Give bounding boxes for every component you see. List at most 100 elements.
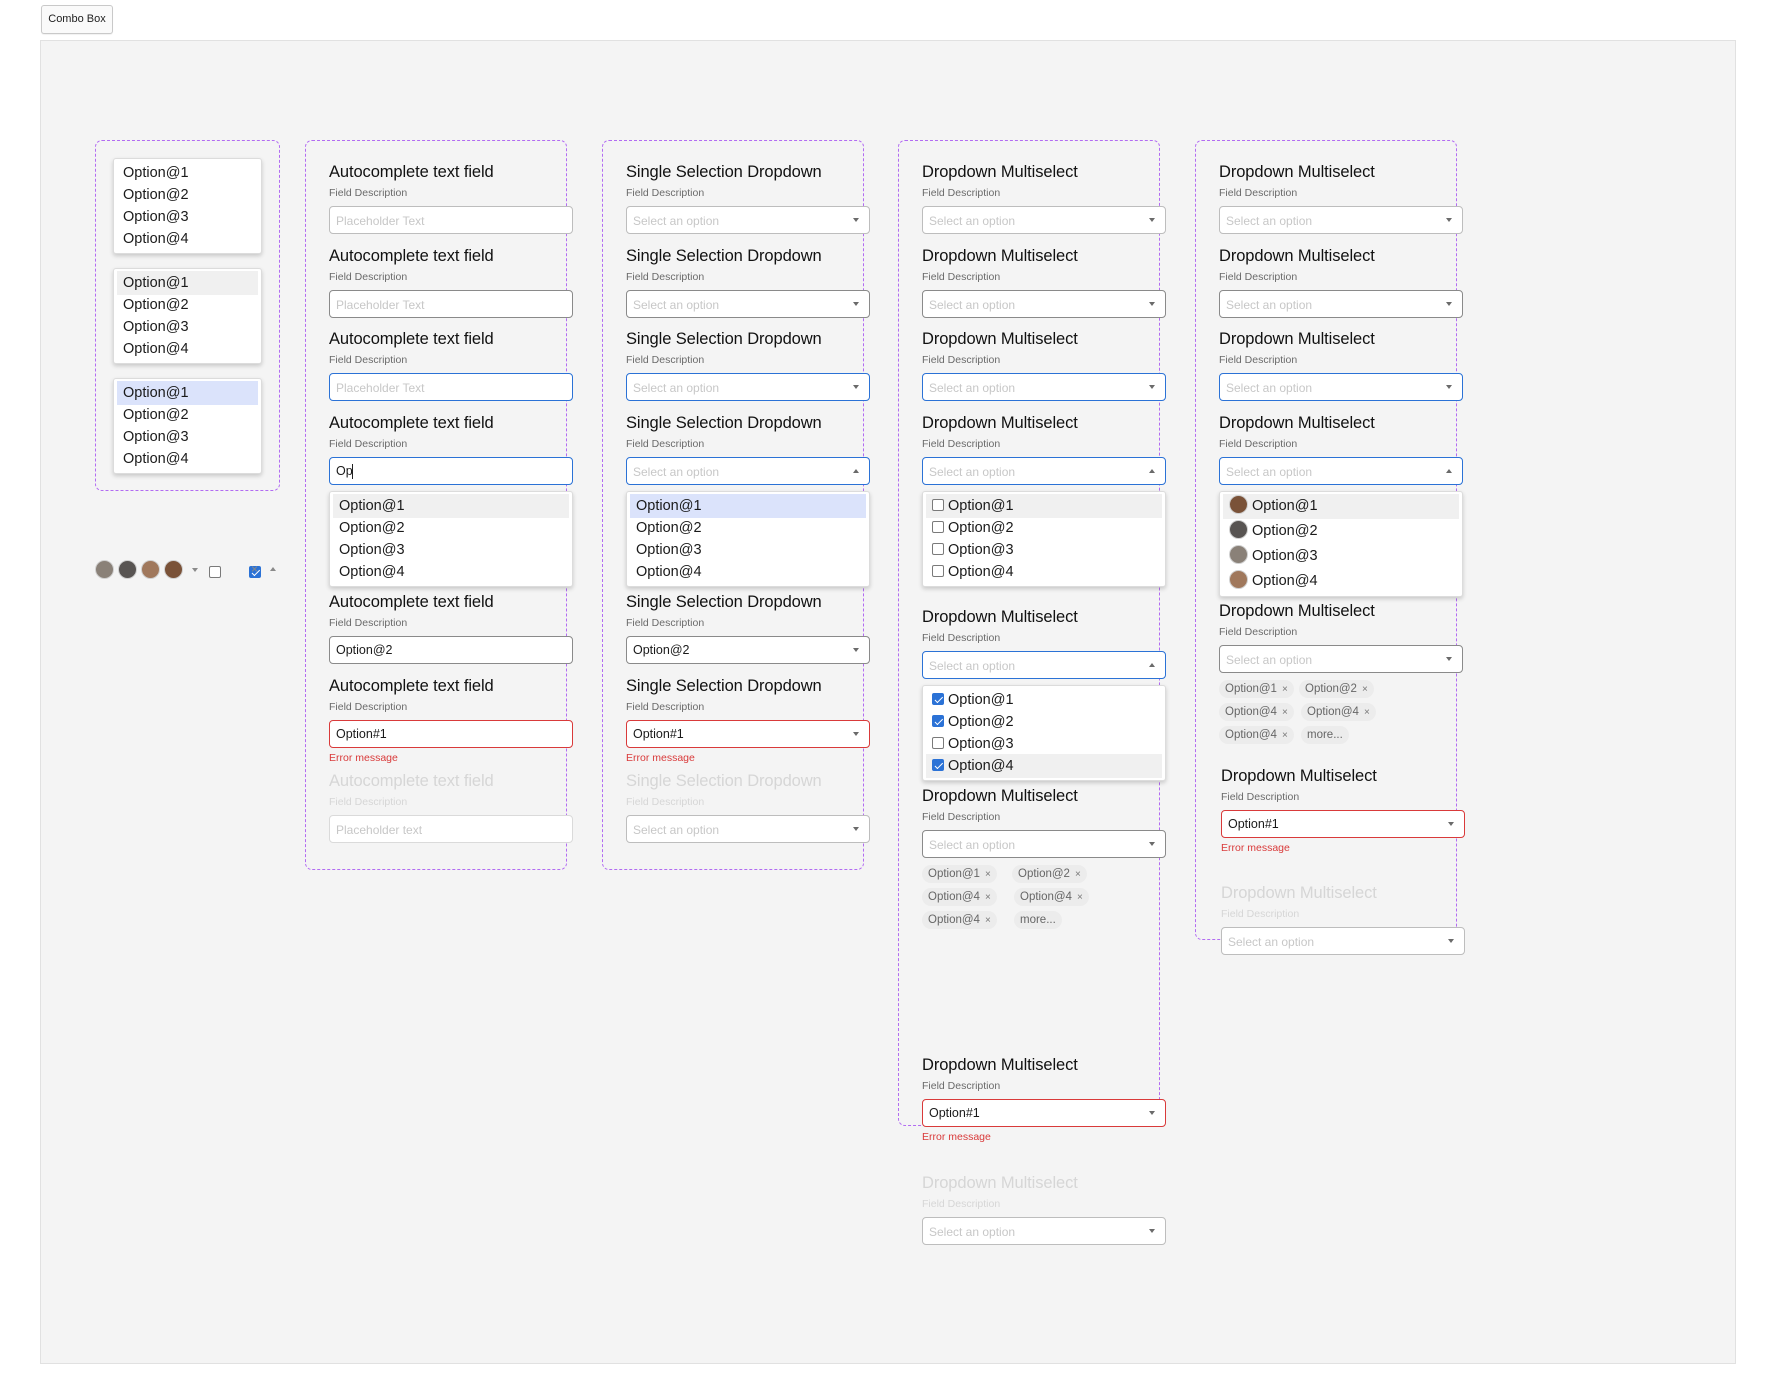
multiselect-box[interactable]: Select an option [922,830,1166,858]
more-chip[interactable]: more... [1014,911,1062,929]
field-value: Option#1 [1228,817,1279,831]
close-icon[interactable]: × [1075,869,1081,880]
menu-option[interactable]: Option@4 [333,560,569,584]
close-icon[interactable]: × [1364,707,1370,718]
menu-option[interactable]: Option@3 [117,315,258,339]
multiselect-box[interactable]: Select an option [1219,290,1463,318]
menu-option-hovered[interactable]: Option@1 [1223,494,1459,519]
checkbox-empty-icon[interactable] [932,499,944,511]
multiselect-box[interactable]: Option#1 [922,1099,1166,1127]
close-icon[interactable]: × [1282,684,1288,695]
menu-option[interactable]: Option@3 [117,205,258,229]
close-icon[interactable]: × [985,869,991,880]
selected-chip[interactable]: Option@4 × [922,911,997,929]
menu-variants-group: Option@1 Option@2 Option@3 Option@4 Opti… [95,140,280,491]
menu-option-checked[interactable]: Option@4 [926,754,1162,778]
menu-option[interactable]: Option@2 [117,183,258,207]
chevron-down-icon [853,648,859,652]
multiselect-box[interactable]: Select an option [1219,206,1463,234]
single-select-box[interactable]: Select an option [626,206,870,234]
multiselect-box[interactable]: Select an option [922,457,1166,485]
menu-option-checked[interactable]: Option@1 [926,688,1162,712]
close-icon[interactable]: × [1362,684,1368,695]
menu-option[interactable]: Option@2 [926,516,1162,540]
avatar-1-icon [1229,545,1248,564]
typed-value: Op [336,464,353,478]
single-select-box[interactable]: Select an option [626,457,870,485]
selected-chip[interactable]: Option@2 × [1012,865,1087,883]
selected-chip[interactable]: Option@1 × [1219,680,1294,698]
menu-option[interactable]: Option@3 [117,425,258,449]
menu-option[interactable]: Option@1 [117,161,258,185]
menu-option[interactable]: Option@4 [926,560,1162,584]
checkbox-empty-icon[interactable] [932,543,944,555]
selected-chip[interactable]: Option@4 × [1014,888,1089,906]
menu-option[interactable]: Option@3 [630,538,866,562]
avatar-4-icon [164,560,183,579]
menu-option[interactable]: Option@2 [117,403,258,427]
menu-option[interactable]: Option@3 [926,538,1162,562]
single-select-box[interactable]: Option@2 [626,636,870,664]
selected-chip[interactable]: Option@4 × [1219,703,1294,721]
checkbox-empty-icon[interactable] [932,565,944,577]
menu-option[interactable]: Option@2 [1223,519,1459,544]
field-description: Field Description [329,354,408,366]
multiselect-box[interactable]: Select an option [922,373,1166,401]
menu-option[interactable]: Option@4 [117,227,258,251]
checkbox-checked-icon[interactable] [932,715,944,727]
menu-option[interactable]: Option@3 [926,732,1162,756]
placeholder: Select an option [633,465,720,479]
frame-label[interactable]: Combo Box [41,5,113,34]
single-select-box[interactable]: Select an option [626,290,870,318]
menu-option[interactable]: Option@3 [333,538,569,562]
menu-option[interactable]: Option@2 [333,516,569,540]
selected-chip[interactable]: Option@4 × [922,888,997,906]
checkbox-checked-icon[interactable] [932,759,944,771]
checkbox-empty-icon[interactable] [932,521,944,533]
close-icon[interactable]: × [1282,707,1288,718]
menu-option-selected[interactable]: Option@1 [117,381,258,405]
menu-option-hovered[interactable]: Option@1 [926,494,1162,518]
multiselect-box[interactable]: Select an option [922,290,1166,318]
checkbox-checked-icon[interactable] [932,693,944,705]
close-icon[interactable]: × [1077,892,1083,903]
close-icon[interactable]: × [985,915,991,926]
multiselect-box[interactable]: Select an option [922,651,1166,679]
menu-option[interactable]: Option@2 [630,516,866,540]
single-select-box[interactable]: Option#1 [626,720,870,748]
multiselect-checkbox-group: Dropdown Multiselect Field Description S… [898,140,1166,1245]
autocomplete-input[interactable]: Placeholder Text [329,373,573,401]
menu-option-checked[interactable]: Option@2 [926,710,1162,734]
menu-option[interactable]: Option@4 [117,337,258,361]
multiselect-box[interactable]: Option#1 [1221,810,1465,838]
menu-option[interactable]: Option@4 [630,560,866,584]
close-icon[interactable]: × [985,892,991,903]
selected-chip[interactable]: Option@4 × [1301,703,1376,721]
single-select-box[interactable]: Select an option [626,373,870,401]
multiselect-box[interactable]: Select an option [1219,373,1463,401]
menu-option[interactable]: Option@4 [117,447,258,471]
menu-option[interactable]: Option@3 [1223,544,1459,569]
menu-option[interactable]: Option@2 [117,293,258,317]
menu-option-hovered[interactable]: Option@1 [117,271,258,295]
autocomplete-input[interactable]: Placeholder Text [329,290,573,318]
chip-label: Option@4 [1307,706,1359,718]
more-chip[interactable]: more... [1301,726,1349,744]
multiselect-box[interactable]: Select an option [1219,457,1463,485]
selected-chip[interactable]: Option@4 × [1219,726,1294,744]
checkbox-empty-icon[interactable] [932,737,944,749]
autocomplete-input[interactable]: Op [329,457,573,485]
close-icon[interactable]: × [1282,730,1288,741]
autocomplete-input[interactable]: Option#1 [329,720,573,748]
menu-option-selected[interactable]: Option@1 [630,494,866,518]
autocomplete-input[interactable]: Placeholder Text [329,206,573,234]
autocomplete-input[interactable]: Option@2 [329,636,573,664]
menu-option-hovered[interactable]: Option@1 [333,494,569,518]
selected-chip[interactable]: Option@2 × [1299,680,1374,698]
selected-chip[interactable]: Option@1 × [922,865,997,883]
option-label: Option@3 [948,542,1014,558]
menu-option[interactable]: Option@4 [1223,569,1459,594]
multiselect-box[interactable]: Select an option [1219,645,1463,673]
field-description: Field Description [922,632,1001,644]
multiselect-box[interactable]: Select an option [922,206,1166,234]
